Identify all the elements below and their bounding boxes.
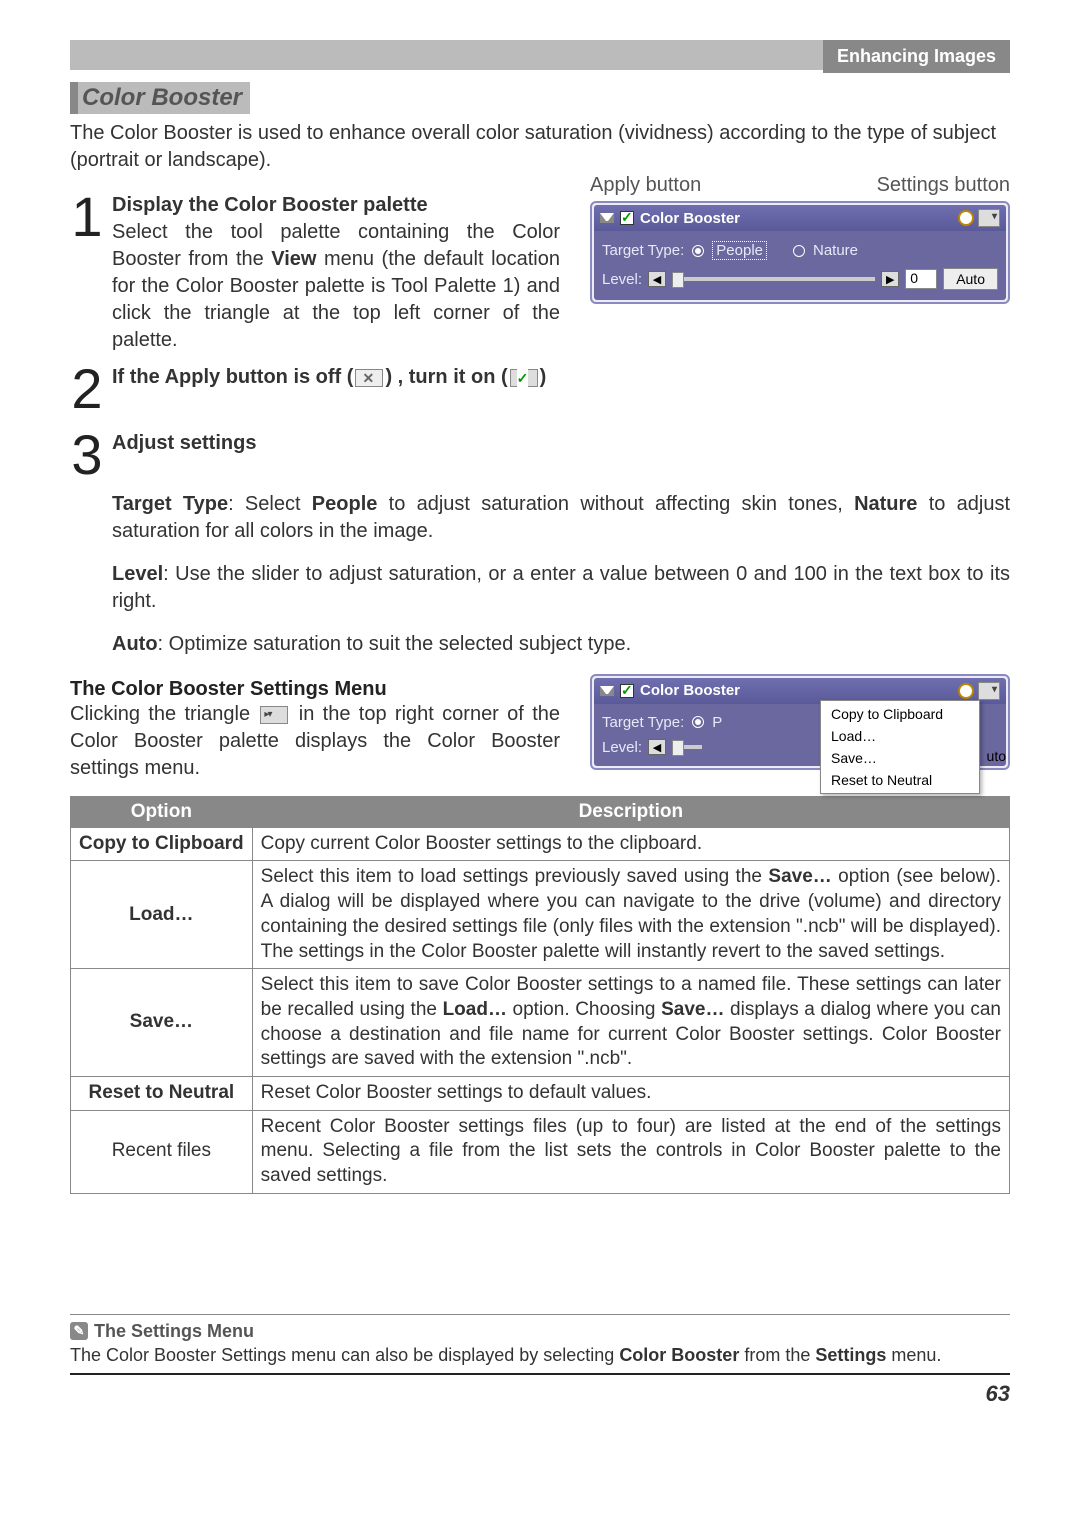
options-table: Option Description Copy to Clipboard Cop…	[70, 796, 1010, 1194]
radio-people[interactable]	[692, 716, 704, 728]
step-number-2: 2	[70, 364, 104, 414]
target-type-label: Target Type:	[602, 242, 684, 259]
reset-circle-icon[interactable]	[958, 683, 974, 699]
menu-save[interactable]: Save…	[821, 747, 979, 769]
option-load: Load…	[71, 861, 253, 969]
section-title-row: Color Booster	[70, 82, 1010, 114]
step-1-heading: Display the Color Booster palette	[112, 192, 560, 219]
option-load-desc: Select this item to load settings previo…	[252, 861, 1009, 969]
level-slider[interactable]	[672, 277, 875, 281]
options-table-header-description: Description	[252, 796, 1009, 827]
option-reset-to-neutral-desc: Reset Color Booster settings to default …	[252, 1076, 1009, 1110]
option-save: Save…	[71, 969, 253, 1077]
option-recent-files-desc: Recent Color Booster settings files (up …	[252, 1110, 1009, 1193]
settings-menu-button[interactable]	[978, 682, 1000, 700]
step-number-1: 1	[70, 192, 104, 242]
option-save-desc: Select this item to save Color Booster s…	[252, 969, 1009, 1077]
collapse-triangle-icon[interactable]	[600, 213, 614, 223]
radio-people-label-trunc[interactable]: P	[712, 714, 722, 731]
option-copy-to-clipboard-desc: Copy current Color Booster settings to t…	[252, 827, 1009, 861]
section-title: Color Booster	[82, 84, 242, 111]
level-decrement-button[interactable]: ◀	[648, 739, 666, 755]
level-value-input[interactable]: 0	[905, 269, 937, 289]
radio-nature[interactable]	[793, 245, 805, 257]
settings-context-menu: Copy to Clipboard Load… Save… Reset to N…	[820, 700, 980, 794]
settings-menu-button[interactable]	[978, 209, 1000, 227]
apply-off-icon	[355, 369, 383, 387]
step-number-3: 3	[70, 430, 104, 480]
step-3-auto-text: Auto: Optimize saturation to suit the se…	[112, 631, 1010, 658]
step-1-description: Select the tool palette containing the C…	[112, 219, 560, 354]
reset-circle-icon[interactable]	[958, 210, 974, 226]
apply-checkbox[interactable]	[620, 684, 634, 698]
settings-menu-heading: The Color Booster Settings Menu	[70, 678, 560, 701]
step-3-level-text: Level: Use the slider to adjust saturati…	[112, 561, 1010, 615]
option-copy-to-clipboard: Copy to Clipboard	[71, 827, 253, 861]
color-booster-palette: Color Booster Target Type: People Nature	[590, 201, 1010, 304]
menu-copy-to-clipboard[interactable]: Copy to Clipboard	[821, 703, 979, 725]
level-decrement-button[interactable]: ◀	[648, 271, 666, 287]
menu-load[interactable]: Load…	[821, 725, 979, 747]
level-label: Level:	[602, 271, 642, 288]
palette-title: Color Booster	[640, 682, 740, 699]
level-increment-button[interactable]: ▶	[881, 271, 899, 287]
apply-button-callout: Apply button	[590, 174, 701, 197]
menu-reset-to-neutral[interactable]: Reset to Neutral	[821, 769, 979, 791]
option-reset-to-neutral: Reset to Neutral	[71, 1076, 253, 1110]
level-label: Level:	[602, 739, 642, 756]
palette-title: Color Booster	[640, 210, 740, 227]
footnote-body: The Color Booster Settings menu can also…	[70, 1344, 1010, 1367]
settings-button-callout: Settings button	[877, 174, 1010, 197]
step-3-heading: Adjust settings	[112, 430, 1010, 457]
radio-nature-label[interactable]: Nature	[813, 242, 858, 259]
apply-checkbox[interactable]	[620, 211, 634, 225]
step-3-target-type-text: Target Type: Select People to adjust sat…	[112, 491, 1010, 545]
header-bar: Enhancing Images	[70, 40, 1010, 70]
radio-people[interactable]	[692, 245, 704, 257]
options-table-header-option: Option	[71, 796, 253, 827]
level-slider[interactable]	[672, 745, 702, 749]
settings-triangle-icon	[260, 706, 288, 724]
auto-button-truncated: uto	[987, 748, 1006, 764]
collapse-triangle-icon[interactable]	[600, 686, 614, 696]
header-section-tab: Enhancing Images	[823, 40, 1010, 73]
auto-button[interactable]: Auto	[943, 268, 998, 290]
page-number: 63	[70, 1381, 1010, 1407]
footnote-heading: The Settings Menu	[94, 1321, 254, 1342]
note-icon: ✎	[70, 1322, 88, 1340]
settings-menu-body: Clicking the triangle in the top right c…	[70, 701, 560, 782]
step-2-heading: If the Apply button is off () , turn it …	[112, 366, 546, 388]
target-type-label: Target Type:	[602, 714, 684, 731]
apply-on-icon	[510, 369, 538, 387]
section-intro: The Color Booster is used to enhance ove…	[70, 120, 1010, 174]
radio-people-label[interactable]: People	[712, 241, 767, 260]
option-recent-files: Recent files	[71, 1110, 253, 1193]
